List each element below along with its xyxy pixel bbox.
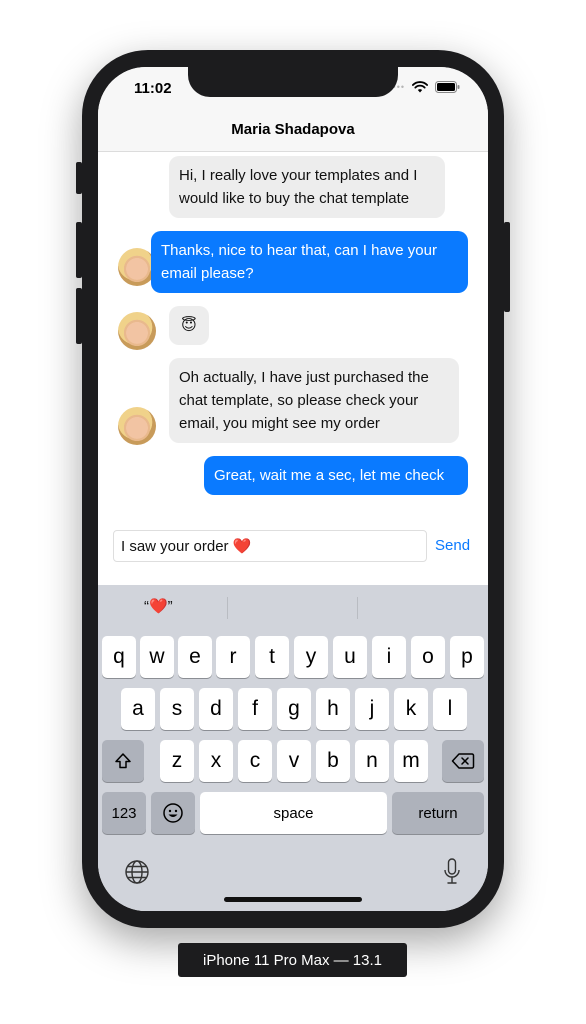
shift-key[interactable] — [102, 740, 144, 782]
key-k[interactable]: k — [394, 688, 428, 730]
wifi-icon — [412, 81, 428, 93]
key-o[interactable]: o — [411, 636, 445, 678]
home-indicator[interactable] — [224, 897, 362, 902]
return-key[interactable]: return — [392, 792, 484, 834]
volume-up-button — [76, 222, 82, 278]
key-m[interactable]: m — [394, 740, 428, 782]
key-j[interactable]: j — [355, 688, 389, 730]
key-z[interactable]: z — [160, 740, 194, 782]
key-a[interactable]: a — [121, 688, 155, 730]
key-u[interactable]: u — [333, 636, 367, 678]
navigation-bar: Maria Shadapova — [98, 111, 488, 152]
key-f[interactable]: f — [238, 688, 272, 730]
key-q[interactable]: q — [102, 636, 136, 678]
mute-switch — [76, 162, 82, 194]
key-d[interactable]: d — [199, 688, 233, 730]
message-input[interactable]: I saw your order ❤️ — [113, 530, 427, 562]
key-v[interactable]: v — [277, 740, 311, 782]
numbers-key[interactable]: 123 — [102, 792, 146, 834]
key-r[interactable]: r — [216, 636, 250, 678]
keyboard: “❤️” q w e r t y u i o p a s d f g h j k… — [98, 585, 488, 911]
key-n[interactable]: n — [355, 740, 389, 782]
key-y[interactable]: y — [294, 636, 328, 678]
composer-bar: I saw your order ❤️ Send — [98, 527, 488, 585]
send-button[interactable]: Send — [435, 537, 470, 554]
device-label: iPhone 11 Pro Max — 13.1 — [178, 943, 407, 977]
emoji-key[interactable] — [151, 792, 195, 834]
key-g[interactable]: g — [277, 688, 311, 730]
battery-icon — [435, 81, 460, 93]
status-time: 11:02 — [134, 80, 172, 97]
outgoing-message[interactable]: Great, wait me a sec, let me check — [204, 456, 468, 495]
contact-avatar — [118, 407, 156, 445]
delete-icon — [451, 753, 475, 769]
key-x[interactable]: x — [199, 740, 233, 782]
prediction-divider — [227, 597, 228, 619]
key-p[interactable]: p — [450, 636, 484, 678]
key-t[interactable]: t — [255, 636, 289, 678]
prediction-suggestion[interactable]: “❤️” — [144, 597, 173, 615]
key-e[interactable]: e — [178, 636, 212, 678]
key-i[interactable]: i — [372, 636, 406, 678]
incoming-message[interactable]: Oh actually, I have just purchased the c… — [169, 358, 459, 443]
delete-key[interactable] — [442, 740, 484, 782]
incoming-message[interactable]: Hi, I really love your templates and I w… — [169, 156, 445, 218]
message-list[interactable]: Hi, I really love your templates and I w… — [98, 152, 488, 542]
notch — [188, 67, 398, 97]
volume-down-button — [76, 288, 82, 344]
key-h[interactable]: h — [316, 688, 350, 730]
prediction-divider — [357, 597, 358, 619]
contact-name-title: Maria Shadapova — [231, 121, 355, 138]
power-button — [504, 222, 510, 312]
screen: 11:02 •••• Maria Shadapova Hi, I really … — [98, 67, 488, 911]
key-w[interactable]: w — [140, 636, 174, 678]
key-c[interactable]: c — [238, 740, 272, 782]
shift-icon — [115, 753, 131, 769]
status-icons: •••• — [388, 81, 460, 93]
contact-avatar — [118, 312, 156, 350]
incoming-message[interactable]: 😇 — [169, 306, 209, 345]
predictive-bar: “❤️” — [98, 585, 488, 627]
globe-icon[interactable] — [124, 859, 150, 885]
emoji-icon — [163, 803, 183, 823]
microphone-icon[interactable] — [442, 858, 462, 886]
space-key[interactable]: space — [200, 792, 387, 834]
key-b[interactable]: b — [316, 740, 350, 782]
key-l[interactable]: l — [433, 688, 467, 730]
outgoing-message[interactable]: Thanks, nice to hear that, can I have yo… — [151, 231, 468, 293]
key-s[interactable]: s — [160, 688, 194, 730]
